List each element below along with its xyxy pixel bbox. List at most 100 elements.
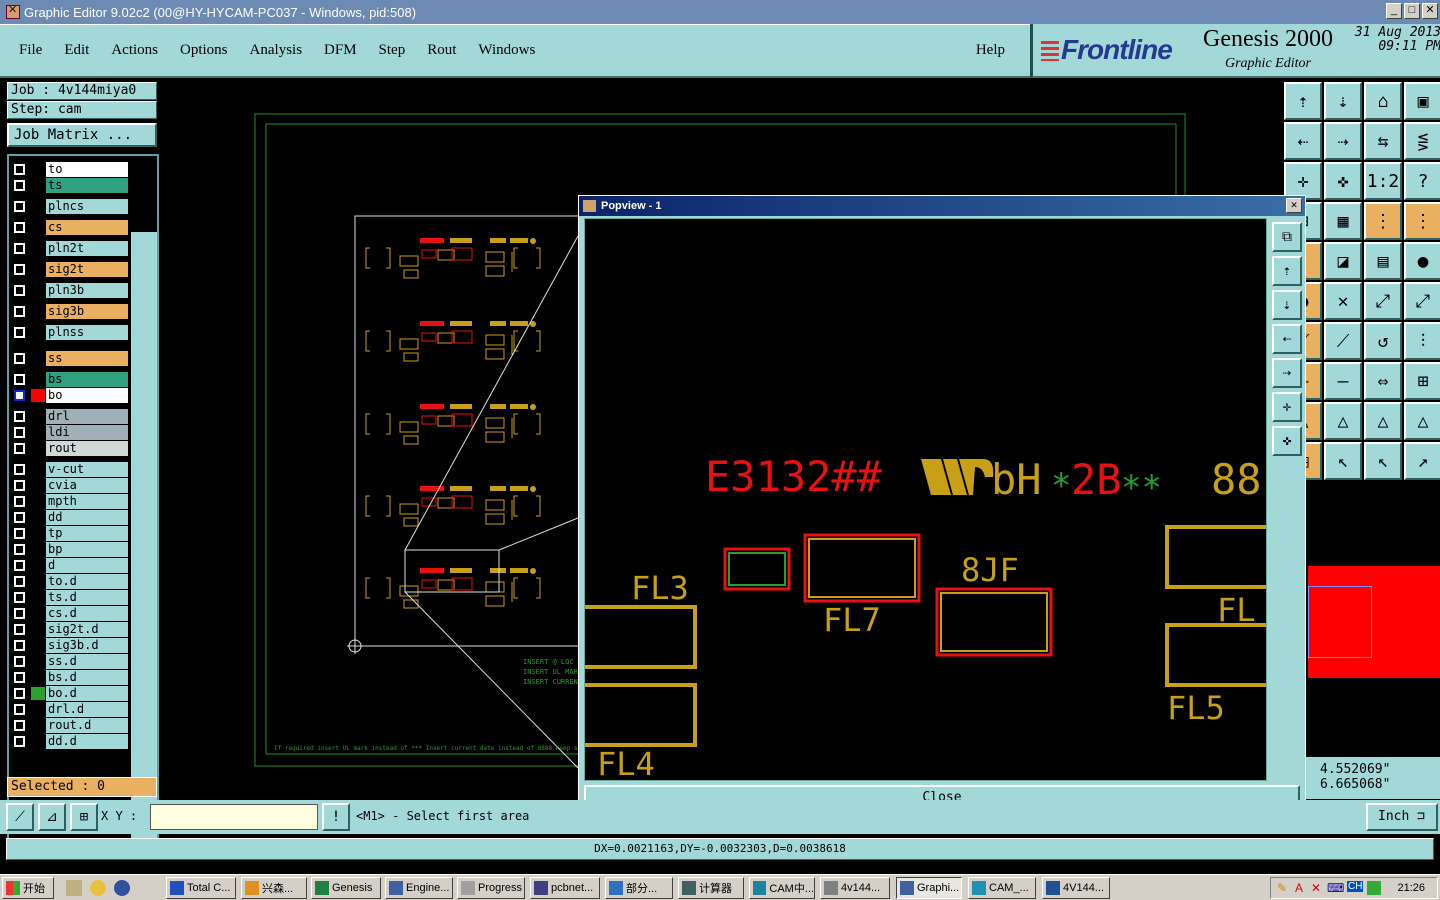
layer-name[interactable]: cs.d xyxy=(46,606,128,621)
layer-row-ss[interactable]: ss xyxy=(11,351,131,366)
zoom-fit-icon[interactable]: ⇣ xyxy=(1324,82,1362,120)
taskbar-item[interactable]: Total C... xyxy=(166,877,236,899)
ruler-icon[interactable]: ▤ xyxy=(1364,242,1402,280)
tri-d-icon[interactable]: △ xyxy=(1404,402,1440,440)
swap-icon[interactable]: ⇆ xyxy=(1364,122,1402,160)
layer-name[interactable]: cvia xyxy=(46,478,128,493)
close-button[interactable]: ✕ xyxy=(1422,3,1438,19)
layer-color-swatch[interactable] xyxy=(31,543,45,556)
sel-c-icon[interactable]: ↖ xyxy=(1364,442,1402,480)
layer-color-swatch[interactable] xyxy=(31,326,45,339)
menu-file[interactable]: File xyxy=(8,42,53,59)
menu-step[interactable]: Step xyxy=(368,42,417,59)
layer-checkbox[interactable] xyxy=(14,592,25,603)
layer-name[interactable]: v-cut xyxy=(46,462,128,477)
layer-row-pln3b[interactable]: pln3b xyxy=(11,283,131,298)
layer-checkbox[interactable] xyxy=(14,544,25,555)
job-matrix-button[interactable]: Job Matrix ... xyxy=(7,123,157,147)
split-icon[interactable]: ⋚ xyxy=(1404,122,1440,160)
layer-name[interactable]: drl.d xyxy=(46,702,128,717)
taskbar-item[interactable]: CAM中... xyxy=(749,877,815,899)
layer-name[interactable]: bs xyxy=(46,372,128,387)
layer-checkbox[interactable] xyxy=(14,427,25,438)
popview-zoom-out-icon[interactable]: ✜ xyxy=(1272,426,1302,456)
home-icon[interactable]: ⌂ xyxy=(1364,82,1402,120)
menu-analysis[interactable]: Analysis xyxy=(239,42,314,59)
menu-actions[interactable]: Actions xyxy=(100,42,169,59)
layer-name[interactable]: ldi xyxy=(46,425,128,440)
popview-titlebar[interactable]: Popview - 1 xyxy=(579,196,1305,216)
arc-b-icon[interactable]: ⤢ xyxy=(1404,282,1440,320)
popview-canvas[interactable]: E3132## bH * 2B ** 88 FL3 FL7 8JF FL4 FL… xyxy=(584,218,1267,781)
show-desktop-icon[interactable] xyxy=(66,880,82,896)
layer-color-swatch[interactable] xyxy=(31,442,45,455)
layer-row-drl[interactable]: drl xyxy=(11,409,131,424)
layer-color-swatch[interactable] xyxy=(31,373,45,386)
measure-icon[interactable]: ⊿ xyxy=(38,803,66,831)
menu-windows[interactable]: Windows xyxy=(467,42,546,59)
layer-checkbox[interactable] xyxy=(14,736,25,747)
layer-row-ts[interactable]: ts xyxy=(11,178,131,193)
layer-color-swatch[interactable] xyxy=(31,426,45,439)
tray-x-icon[interactable]: ✕ xyxy=(1311,881,1325,895)
layer-color-swatch[interactable] xyxy=(31,607,45,620)
layer-checkbox[interactable] xyxy=(14,672,25,683)
layer-name[interactable]: sig3b.d xyxy=(46,638,128,653)
tri-b-icon[interactable]: △ xyxy=(1324,402,1362,440)
layer-checkbox[interactable] xyxy=(14,327,25,338)
layer-color-swatch[interactable] xyxy=(31,671,45,684)
grid-icon[interactable]: ⊞ xyxy=(70,803,98,831)
window-titlebar[interactable]: Graphic Editor 9.02c2 (00@HY-HYCAM-PC037… xyxy=(0,0,1440,24)
layer-name[interactable]: dd.d xyxy=(46,734,128,749)
layer-row-mpth[interactable]: mpth xyxy=(11,494,131,509)
taskbar-item[interactable]: 部分... xyxy=(605,877,673,899)
layer-color-swatch[interactable] xyxy=(31,200,45,213)
layer-name[interactable]: sig2t.d xyxy=(46,622,128,637)
layer-checkbox[interactable] xyxy=(14,243,25,254)
layer-color-swatch[interactable] xyxy=(31,575,45,588)
popview-close-icon[interactable]: ✕ xyxy=(1286,198,1302,213)
popview-dialog[interactable]: Popview - 1 ✕ E3132## bH * 2B ** 88 FL3 … xyxy=(578,195,1306,813)
taskbar-item[interactable]: Engine... xyxy=(385,877,453,899)
text-icon[interactable]: ⫶ xyxy=(1404,322,1440,360)
taskbar-item[interactable]: CAM_... xyxy=(968,877,1036,899)
layer-checkbox[interactable] xyxy=(14,411,25,422)
layer-row-tp[interactable]: tp xyxy=(11,526,131,541)
layer-color-swatch[interactable] xyxy=(31,242,45,255)
layer-color-swatch[interactable] xyxy=(31,703,45,716)
popview-window-icon[interactable]: ⧉ xyxy=(1272,222,1302,252)
layer-color-swatch[interactable] xyxy=(31,719,45,732)
popview-pan-up-icon[interactable]: ⇡ xyxy=(1272,256,1302,286)
info-icon[interactable]: ! xyxy=(322,803,350,831)
layer-row-bp[interactable]: bp xyxy=(11,542,131,557)
layer-row-sig2t.d[interactable]: sig2t.d xyxy=(11,622,131,637)
layer-checkbox[interactable] xyxy=(14,374,25,385)
taskbar-item[interactable]: pcbnet... xyxy=(530,877,600,899)
menu-help[interactable]: Help xyxy=(965,42,1016,59)
layer-row-drl.d[interactable]: drl.d xyxy=(11,702,131,717)
popview-pan-left-icon[interactable]: ⇠ xyxy=(1272,324,1302,354)
layer-checkbox[interactable] xyxy=(14,390,25,401)
layer-row-v-cut[interactable]: v-cut xyxy=(11,462,131,477)
layer-checkbox[interactable] xyxy=(14,285,25,296)
layer-color-swatch[interactable] xyxy=(31,527,45,540)
menu-dfm[interactable]: DFM xyxy=(313,42,368,59)
layer-color-swatch[interactable] xyxy=(31,479,45,492)
layer-name[interactable]: drl xyxy=(46,409,128,424)
layer-row-dd[interactable]: dd xyxy=(11,510,131,525)
tray-a-icon[interactable]: A xyxy=(1295,881,1309,895)
layer-checkbox[interactable] xyxy=(14,576,25,587)
edit-hline-icon[interactable]: — xyxy=(1324,362,1362,400)
help-icon[interactable]: ? xyxy=(1404,162,1440,200)
layer-color-swatch[interactable] xyxy=(31,639,45,652)
taskbar-item[interactable]: Genesis xyxy=(311,877,381,899)
taskbar-item[interactable]: 计算器 xyxy=(678,877,744,899)
unit-selector[interactable]: Inch ⊐ xyxy=(1366,803,1438,831)
layer-name[interactable]: bs.d xyxy=(46,670,128,685)
layer-checkbox[interactable] xyxy=(14,306,25,317)
taskbar-item[interactable]: Progress xyxy=(457,877,525,899)
layer-name[interactable]: rout xyxy=(46,441,128,456)
layer-row-cvia[interactable]: cvia xyxy=(11,478,131,493)
tray-keyboard-icon[interactable]: ⌨ xyxy=(1327,881,1344,895)
layer-color-swatch[interactable] xyxy=(31,495,45,508)
